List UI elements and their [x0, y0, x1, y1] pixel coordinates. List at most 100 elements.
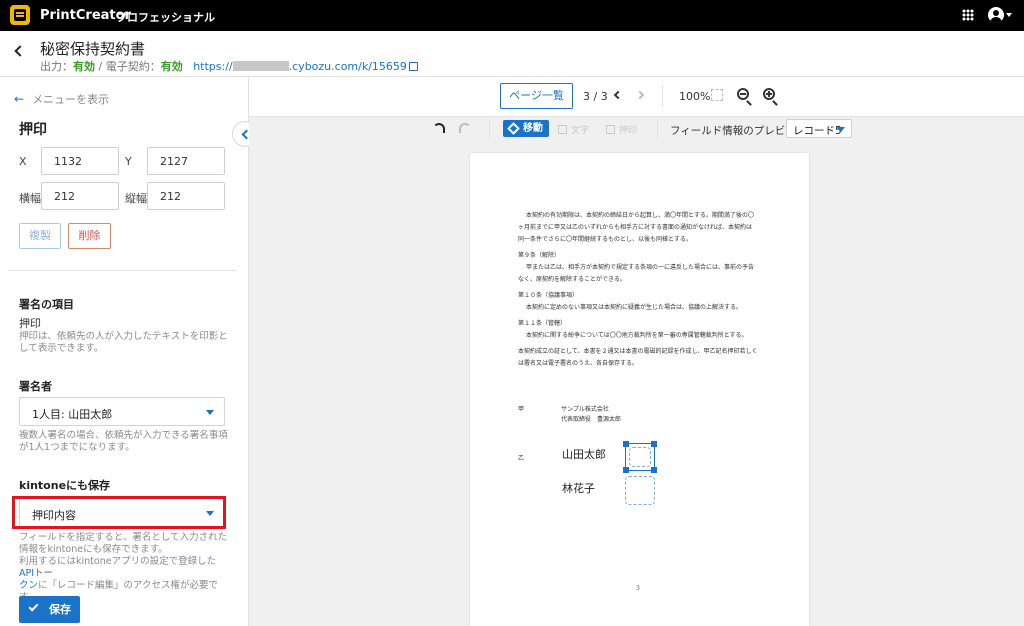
resize-handle[interactable]	[623, 467, 629, 473]
party-a-label: 甲	[518, 406, 525, 413]
show-menu-label: メニューを表示	[32, 93, 110, 106]
api-token-link[interactable]: APIトー	[19, 568, 53, 579]
back-chevron-icon[interactable]	[14, 45, 26, 57]
app-url-link[interactable]: https:// .cybozu.com/k/15659	[193, 60, 418, 73]
move-tool-button[interactable]: 移動	[503, 120, 549, 137]
preview-area: ページ一覧 3 / 3 100% 移動 文字 押印 フィールド情報のプレビュー …	[249, 77, 1024, 626]
url-suffix: .cybozu.com/k/15659	[288, 60, 407, 73]
doc-line: 甲または乙は、相手方が本契約で規定する条項の一に違反した場合には、事前の予告	[526, 264, 755, 271]
document-title: 秘密保持契約書	[40, 40, 146, 58]
save-label: 保存	[49, 603, 71, 616]
external-link-icon	[408, 62, 418, 71]
fit-page-icon[interactable]	[711, 89, 723, 101]
edition-label: プロフェッショナル	[116, 11, 215, 24]
app-grid-icon[interactable]	[962, 9, 974, 21]
sign-item-help: 押印は、依頼先の人が入力したテキストを印影として表示できます。	[19, 331, 228, 354]
user-account-icon[interactable]	[988, 7, 1004, 23]
printcreator-logo-icon	[10, 5, 30, 25]
text-tool-label: 文字	[571, 126, 590, 136]
prev-page-chevron-icon[interactable]	[613, 90, 623, 100]
signer-name-1: 山田太郎	[562, 448, 606, 461]
api-token-link-cont[interactable]: クン	[19, 580, 38, 591]
caret-down-icon[interactable]	[1006, 13, 1012, 17]
status-separator: /	[95, 60, 106, 73]
signer-select[interactable]: 1人目: 山田太郎	[19, 397, 225, 426]
document-header: 秘密保持契約書 出力：有効 / 電子契約：有効 https://.cybozu.…	[0, 31, 1024, 77]
text-tool-icon	[558, 125, 567, 134]
edit-toolbar: 移動 文字 押印 フィールド情報のプレビュー レコード5	[249, 117, 1024, 143]
x-input[interactable]: 1132	[41, 147, 119, 175]
properties-sidebar: ← メニューを表示 押印 X 1132 Y 2127 横幅 212 縦幅 212 …	[0, 77, 249, 626]
sign-item-value: 押印	[19, 317, 41, 330]
undo-icon[interactable]	[433, 123, 445, 133]
record-select[interactable]: レコード5	[786, 119, 852, 138]
text-tool-button[interactable]: 文字	[558, 123, 589, 136]
kintone-help: フィールドを指定すると、署名として入力された情報をkintoneにも保存できます…	[19, 532, 231, 604]
output-label: 出力：	[40, 60, 73, 73]
company-representative: 代表取締役 豊源太郎	[561, 416, 622, 423]
resize-handle[interactable]	[623, 441, 629, 447]
show-menu-link[interactable]: ← メニューを表示	[14, 91, 109, 107]
url-prefix: https://	[193, 60, 233, 73]
resize-handle[interactable]	[651, 467, 657, 473]
x-label: X	[19, 155, 27, 168]
doc-line: なく、原契約を解除することができる。	[518, 276, 626, 283]
zoom-in-icon[interactable]	[763, 88, 778, 106]
next-page-chevron-icon[interactable]	[635, 90, 645, 100]
page-toolbar: ページ一覧 3 / 3 100%	[249, 77, 1024, 117]
toolbar-divider	[662, 85, 663, 107]
y-input[interactable]: 2127	[147, 147, 225, 175]
stamp-tool-label: 押印	[619, 126, 638, 136]
doc-line: ヶ月前までに甲又は乙のいずれからも相手方に対する書面の通知がなければ、本契約は	[518, 224, 753, 231]
esign-status: 有効	[160, 60, 183, 73]
zoom-level: 100%	[679, 90, 711, 103]
doc-line: 第９条（解除）	[518, 252, 561, 259]
output-status: 有効	[73, 60, 95, 73]
company-name: サンプル株式会社	[561, 406, 609, 413]
doc-line: 同一条件でさらに〇年間継続するものとし、以後も同様とする。	[518, 236, 692, 243]
redacted-subdomain	[232, 61, 289, 71]
signer-select-value: 1人目: 山田太郎	[32, 408, 113, 421]
delete-button[interactable]: 削除	[68, 223, 111, 249]
top-bar: PrintCreator プロフェッショナル	[0, 0, 1024, 31]
redo-icon[interactable]	[459, 123, 471, 133]
width-label: 横幅	[19, 192, 41, 205]
kintone-save-heading: kintoneにも保存	[19, 479, 111, 492]
document-status-line: 出力：有効 / 電子契約：有効 https://.cybozu.com/k/15…	[40, 58, 418, 74]
kintone-help-text-2: 利用するにはkintoneアプリの設定で登録した	[19, 556, 217, 567]
page-list-button[interactable]: ページ一覧	[500, 83, 573, 109]
toolbar-divider	[489, 120, 490, 138]
document-page: 本契約の有効期限は、本契約の締結日から起算し、満〇年間とする。期間満了後の〇 ヶ…	[470, 153, 809, 626]
section-divider	[8, 270, 237, 271]
page-counter: 3 / 3	[583, 90, 608, 103]
signer-help: 複数人署名の場合、依頼先が入力できる署名事項が1人1つまでになります。	[19, 430, 228, 453]
stamp-field-2[interactable]	[625, 476, 655, 505]
move-arrows-icon	[507, 122, 520, 135]
doc-line: は署名又は電子署名のうえ、各自保存する。	[518, 360, 639, 367]
record-select-value: レコード5	[793, 125, 842, 137]
esign-label: 電子契約：	[105, 60, 161, 73]
page-number: 3	[636, 585, 640, 592]
height-label: 縦幅	[125, 192, 147, 205]
party-b-label: 乙	[518, 455, 525, 462]
doc-line: 本契約に定めのない事項又は本契約に疑義が生じた場合は、協議の上解決する。	[526, 304, 743, 311]
stamp-placeholder	[629, 447, 651, 467]
resize-handle[interactable]	[651, 441, 657, 447]
doc-line: 本契約の有効期限は、本契約の締結日から起算し、満〇年間とする。期間満了後の〇	[526, 212, 754, 219]
signer-name-2: 林花子	[562, 482, 595, 495]
dropdown-caret-icon	[206, 410, 214, 415]
move-label: 移動	[523, 123, 543, 134]
height-input[interactable]: 212	[147, 182, 225, 210]
width-input[interactable]: 212	[41, 182, 119, 210]
y-label: Y	[125, 155, 132, 168]
arrow-left-icon: ←	[14, 92, 25, 106]
stamp-tool-button[interactable]: 押印	[606, 123, 637, 136]
save-button[interactable]: 保存	[19, 596, 80, 623]
check-icon	[28, 601, 39, 612]
zoom-out-icon[interactable]	[737, 88, 752, 106]
toolbar-divider	[657, 120, 658, 138]
kintone-help-text-1: フィールドを指定すると、署名として入力された情報をkintoneにも保存できます…	[19, 532, 228, 555]
duplicate-button[interactable]: 複製	[19, 223, 61, 249]
selected-stamp-field[interactable]	[623, 441, 657, 473]
signer-heading: 署名者	[19, 380, 52, 393]
